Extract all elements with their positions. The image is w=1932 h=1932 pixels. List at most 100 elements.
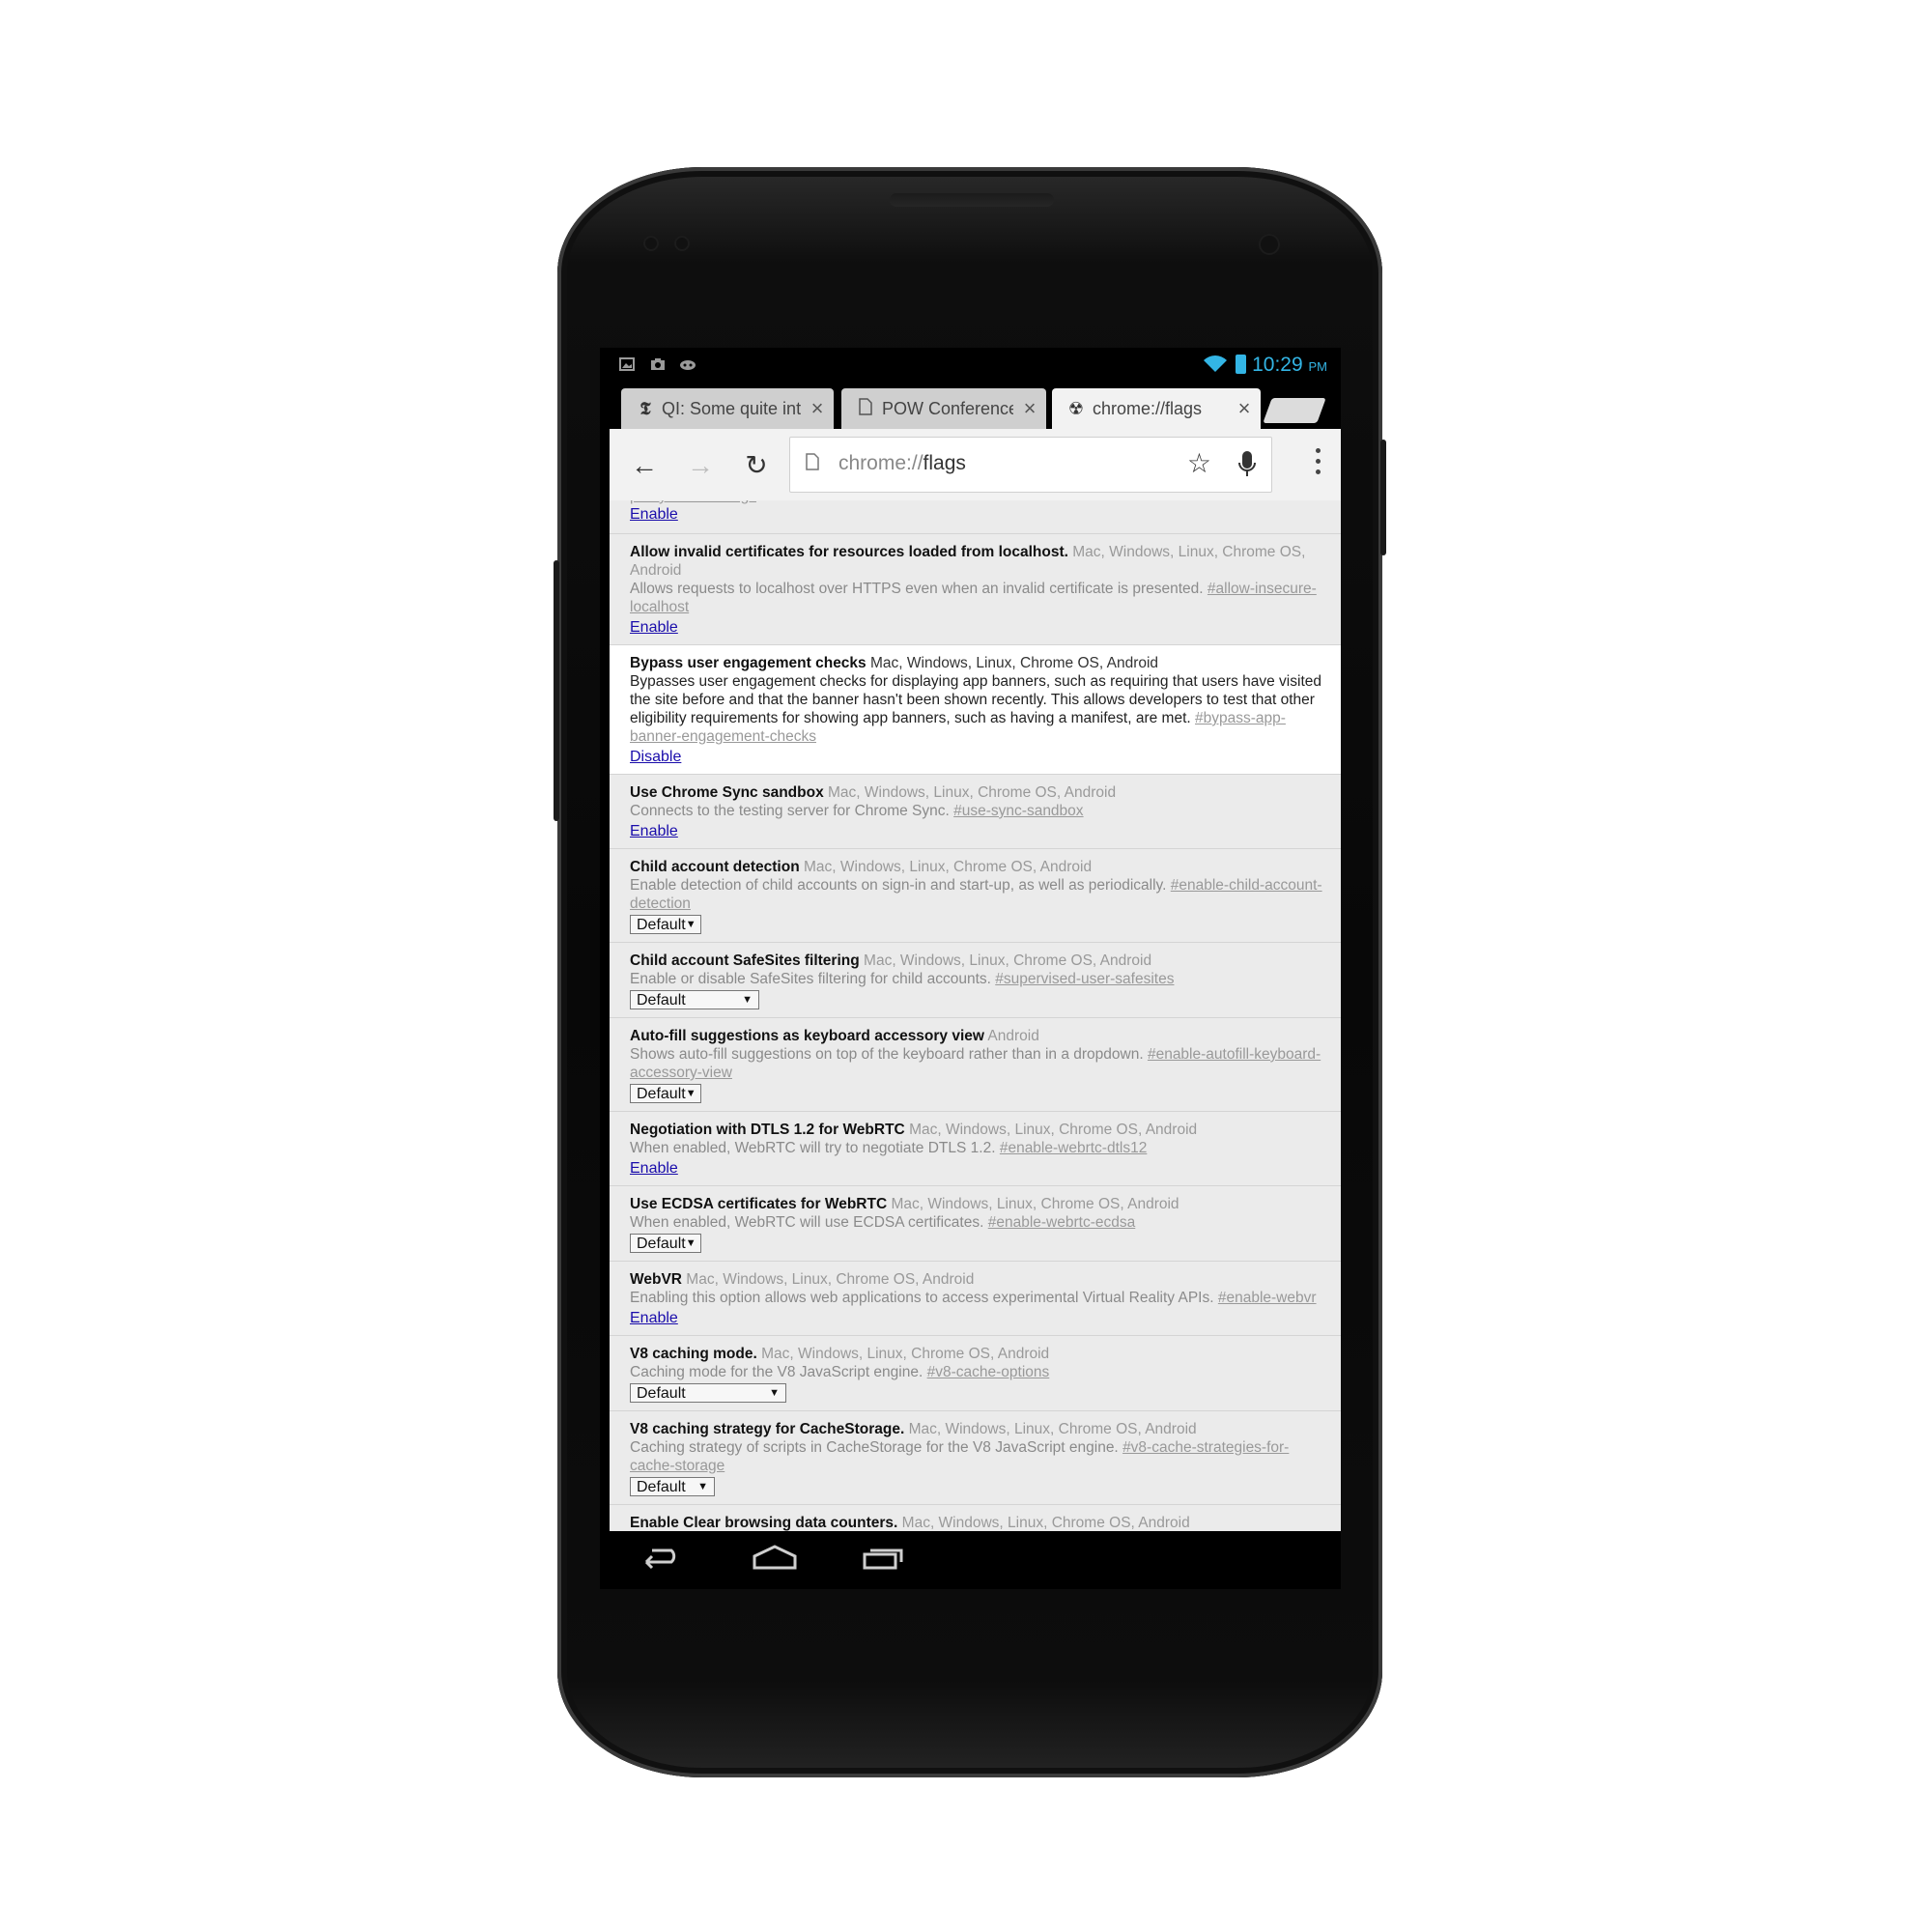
tab-label: chrome://flags: [1093, 398, 1203, 418]
back-button[interactable]: ←: [625, 446, 664, 485]
experiment-row: V8 caching strategy for CacheStorage. Ma…: [610, 1411, 1341, 1505]
flags-icon: ☢: [1067, 398, 1085, 418]
experiment-row: Auto-fill suggestions as keyboard access…: [610, 1018, 1341, 1112]
experiment-row: Use ECDSA certificates for WebRTC Mac, W…: [610, 1186, 1341, 1262]
experiment-name: V8 caching mode.: [630, 1346, 757, 1362]
select-value: Default: [637, 1085, 686, 1102]
home-nav-icon[interactable]: [751, 1543, 797, 1576]
experiment-description: Shows auto-fill suggestions on top of th…: [630, 1046, 1144, 1063]
experiment-select[interactable]: Default▼: [630, 1084, 701, 1103]
microphone-icon[interactable]: [1236, 447, 1258, 482]
close-tab-icon[interactable]: ×: [1228, 396, 1261, 421]
experiment-anchor[interactable]: #v8-cache-options: [927, 1364, 1050, 1380]
tab-pow-conference[interactable]: POW Conference ×: [841, 388, 1046, 429]
tab-label: POW Conference: [882, 398, 1013, 418]
enable-link[interactable]: Enable: [630, 822, 678, 840]
experiment-row: Allow invalid certificates for resources…: [610, 534, 1341, 645]
tab-strip: 𝕿 QI: Some quite int × POW Conference × …: [600, 381, 1341, 429]
dropdown-arrow-icon: ▼: [697, 1480, 708, 1492]
experiment-select[interactable]: Default▼: [630, 1234, 701, 1253]
experiment-platforms: Mac, Windows, Linux, Chrome OS, Android: [686, 1271, 975, 1288]
reload-button[interactable]: ↻: [737, 446, 776, 485]
wifi-icon: [1204, 355, 1227, 373]
experiment-row: Child account SafeSites filtering Mac, W…: [610, 943, 1341, 1018]
front-camera: [1259, 234, 1280, 255]
menu-icon[interactable]: [1316, 448, 1323, 480]
experiment-platforms: Mac, Windows, Linux, Chrome OS, Android: [908, 1421, 1197, 1437]
forward-button[interactable]: →: [681, 446, 720, 485]
tab-chrome-flags[interactable]: ☢ chrome://flags ×: [1052, 388, 1261, 429]
experiment-partial: proxy-data-savings Enable: [610, 500, 1341, 534]
experiment-description: Connects to the testing server for Chrom…: [630, 803, 950, 819]
experiment-name: Use Chrome Sync sandbox: [630, 784, 824, 801]
experiment-description: Caching strategy of scripts in CacheStor…: [630, 1439, 1119, 1456]
experiment-platforms: Mac, Windows, Linux, Chrome OS, Android: [761, 1346, 1050, 1362]
experiment-name: Enable Clear browsing data counters.: [630, 1515, 898, 1531]
experiment-platforms: Mac, Windows, Linux, Chrome OS, Android: [804, 859, 1093, 875]
proximity-sensor: [643, 236, 659, 251]
tab-qi[interactable]: 𝕿 QI: Some quite int ×: [621, 388, 834, 429]
experiment-anchor[interactable]: #enable-webrtc-dtls12: [1000, 1140, 1148, 1156]
experiment-platforms: Mac, Windows, Linux, Chrome OS, Android: [909, 1122, 1198, 1138]
experiment-anchor[interactable]: #supervised-user-safesites: [995, 971, 1174, 987]
close-tab-icon[interactable]: ×: [801, 396, 834, 421]
experiment-row: Negotiation with DTLS 1.2 for WebRTC Mac…: [610, 1112, 1341, 1186]
back-nav-icon[interactable]: [639, 1543, 683, 1576]
new-tab-button[interactable]: [1263, 398, 1326, 423]
flags-page: proxy-data-savings Enable Allow invalid …: [610, 500, 1341, 1589]
experiment-platforms: Mac, Windows, Linux, Chrome OS, Android: [891, 1196, 1179, 1212]
recent-apps-nav-icon[interactable]: [861, 1543, 905, 1576]
select-value: Default: [637, 1384, 686, 1402]
experiment-row: V8 caching mode. Mac, Windows, Linux, Ch…: [610, 1336, 1341, 1411]
dropdown-arrow-icon: ▼: [685, 918, 696, 930]
status-bar: 10:29 PM: [600, 348, 1341, 381]
experiment-row: Child account detection Mac, Windows, Li…: [610, 849, 1341, 943]
experiment-row: Bypass user engagement checks Mac, Windo…: [610, 645, 1341, 775]
dropdown-arrow-icon: ▼: [685, 1236, 696, 1249]
experiment-description: When enabled, WebRTC will try to negotia…: [630, 1140, 996, 1156]
dropdown-arrow-icon: ▼: [769, 1386, 780, 1399]
page-icon: [806, 453, 819, 476]
enable-link[interactable]: Enable: [630, 1309, 678, 1327]
experiments-list: proxy-data-savings Enable Allow invalid …: [610, 500, 1341, 1580]
experiment-platforms: Mac, Windows, Linux, Chrome OS, Android: [901, 1515, 1190, 1531]
experiment-name: Child account SafeSites filtering: [630, 952, 860, 969]
experiment-platforms: Android: [987, 1028, 1039, 1044]
power-button: [1380, 440, 1386, 555]
disable-link[interactable]: Disable: [630, 748, 681, 766]
experiment-name: Auto-fill suggestions as keyboard access…: [630, 1028, 984, 1044]
url-text[interactable]: chrome://flags: [838, 452, 966, 475]
experiment-name: Use ECDSA certificates for WebRTC: [630, 1196, 888, 1212]
earpiece-speaker: [890, 193, 1054, 207]
select-value: Default: [637, 1235, 686, 1252]
volume-button: [554, 560, 559, 821]
experiment-name: WebVR: [630, 1271, 682, 1288]
url-bar[interactable]: chrome://flags ☆: [789, 437, 1272, 493]
enable-link[interactable]: Enable: [630, 1159, 678, 1178]
experiment-select[interactable]: Default ▼: [630, 1383, 786, 1403]
experiment-anchor[interactable]: #enable-webrtc-ecdsa: [988, 1214, 1136, 1231]
experiment-platforms: Mac, Windows, Linux, Chrome OS, Android: [828, 784, 1117, 801]
experiment-anchor[interactable]: proxy-data-savings: [630, 500, 756, 504]
experiment-description: Enabling this option allows web applicat…: [630, 1290, 1214, 1306]
experiment-anchor[interactable]: #use-sync-sandbox: [953, 803, 1083, 819]
enable-link[interactable]: Enable: [630, 618, 678, 637]
experiment-anchor[interactable]: #enable-webvr: [1218, 1290, 1317, 1306]
enable-link[interactable]: Enable: [630, 506, 678, 523]
phone-screen: 10:29 PM 𝕿 QI: Some quite int × POW Conf…: [600, 348, 1341, 1589]
status-clock: 10:29 PM: [1252, 354, 1327, 376]
camera-notification-icon: [650, 357, 666, 371]
battery-icon: [1236, 355, 1246, 374]
experiment-description: When enabled, WebRTC will use ECDSA cert…: [630, 1214, 984, 1231]
close-tab-icon[interactable]: ×: [1013, 396, 1046, 421]
experiment-row: WebVR Mac, Windows, Linux, Chrome OS, An…: [610, 1262, 1341, 1336]
experiment-select[interactable]: Default▼: [630, 990, 759, 1009]
experiment-select[interactable]: Default▼: [630, 915, 701, 934]
experiment-select[interactable]: Default ▼: [630, 1477, 715, 1496]
select-value: Default: [637, 991, 686, 1009]
select-value: Default: [637, 1478, 686, 1495]
light-sensor: [674, 236, 690, 251]
bookmark-star-icon[interactable]: ☆: [1187, 447, 1211, 479]
dropdown-arrow-icon: ▼: [685, 1087, 696, 1099]
select-value: Default: [637, 916, 686, 933]
